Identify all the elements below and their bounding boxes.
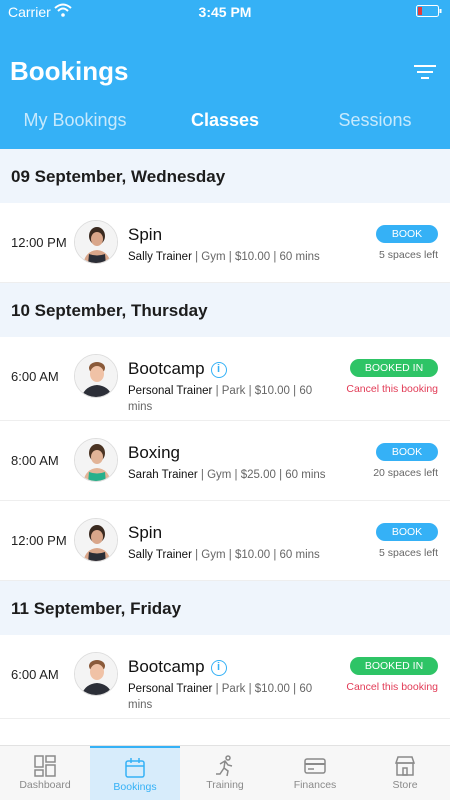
nav-label: Dashboard [19, 779, 71, 791]
class-name: Spin [128, 523, 163, 542]
trainer-name: Sarah Trainer [128, 469, 198, 481]
tab-my-bookings[interactable]: My Bookings [0, 104, 150, 140]
trainer-name: Sally Trainer [128, 251, 192, 263]
tab-classes[interactable]: Classes [150, 104, 300, 140]
class-meta: | Gym | $10.00 | 60 mins [191, 549, 320, 561]
class-row[interactable]: 6:00 AM Bootcamp i Personal Trainer | Par… [0, 337, 450, 421]
class-row[interactable]: 8:00 AM Boxing Sarah Trainer | Gym | $25… [0, 421, 450, 501]
dashboard-icon [34, 755, 56, 777]
nav-store[interactable]: Store [360, 746, 450, 800]
trainer-name: Personal Trainer [128, 683, 213, 695]
store-icon [394, 756, 416, 776]
trainer-avatar-female [74, 220, 118, 264]
book-button[interactable]: BOOK [376, 523, 438, 541]
class-row[interactable]: 12:00 PM Spin Sally Trainer | Gym | $10.… [0, 203, 450, 283]
class-row[interactable]: 6:00 AM Bootcamp i Personal Trainer | Par… [0, 635, 450, 719]
app-header: Carrier 3:45 PM Bookings My Bookings Cla… [0, 0, 450, 149]
page-title: Bookings [10, 56, 129, 86]
nav-label: Finances [293, 779, 337, 791]
status-time: 3:45 PM [198, 4, 252, 20]
trainer-name: Sally Trainer [128, 549, 192, 561]
running-icon [216, 755, 233, 777]
spaces-left: 5 spaces left [379, 547, 438, 559]
date-header: 11 September, Friday [0, 581, 450, 635]
trainer-avatar-male [74, 354, 118, 398]
battery-icon [416, 5, 442, 17]
bottom-nav: Dashboard Bookings Training Finances Sto… [0, 745, 450, 800]
nav-label: Training [206, 779, 244, 791]
booked-in-button[interactable]: BOOKED IN [350, 359, 438, 377]
card-icon [304, 758, 326, 774]
book-button[interactable]: BOOK [376, 443, 438, 461]
nav-label: Bookings [113, 781, 157, 793]
spaces-left: 20 spaces left [373, 467, 438, 479]
class-name: Spin [128, 225, 163, 244]
class-name-text: Bootcamp [128, 657, 205, 676]
class-row[interactable]: 12:00 PM Spin Sally Trainer | Gym | $10.… [0, 501, 450, 581]
date-header: 10 September, Thursday [0, 283, 450, 337]
filter-icon[interactable] [414, 64, 436, 80]
class-details: Personal Trainer | Park | $10.00 | 60 mi… [128, 681, 328, 713]
book-button[interactable]: BOOK [376, 225, 438, 243]
class-name: Bootcamp i [128, 657, 227, 677]
booked-in-button[interactable]: BOOKED IN [350, 657, 438, 675]
class-time: 8:00 AM [11, 453, 59, 468]
class-meta: | Gym | $10.00 | 60 mins [191, 251, 320, 263]
cancel-booking-link[interactable]: Cancel this booking [346, 383, 438, 395]
trainer-name: Personal Trainer [128, 385, 213, 397]
class-time: 12:00 PM [11, 235, 67, 250]
class-details: Personal Trainer | Park | $10.00 | 60 mi… [128, 383, 328, 415]
spaces-left: 5 spaces left [379, 249, 438, 261]
class-time: 12:00 PM [11, 533, 67, 548]
nav-label: Store [392, 779, 418, 791]
tab-sessions[interactable]: Sessions [300, 104, 450, 140]
status-bar: Carrier 3:45 PM [0, 0, 450, 24]
calendar-icon [125, 758, 145, 778]
info-icon[interactable]: i [210, 362, 227, 378]
class-details: Sally Trainer | Gym | $10.00 | 60 mins [128, 249, 328, 265]
class-name-text: Bootcamp [128, 359, 205, 378]
class-meta: | Gym | $25.00 | 60 mins [197, 469, 326, 481]
class-name: Boxing [128, 443, 180, 462]
trainer-avatar-female [74, 518, 118, 562]
info-icon[interactable]: i [210, 660, 227, 676]
class-details: Sarah Trainer | Gym | $25.00 | 60 mins [128, 467, 328, 483]
class-details: Sally Trainer | Gym | $10.00 | 60 mins [128, 547, 328, 563]
nav-finances[interactable]: Finances [270, 746, 360, 800]
nav-dashboard[interactable]: Dashboard [0, 746, 90, 800]
nav-training[interactable]: Training [180, 746, 270, 800]
trainer-avatar-female [74, 438, 118, 482]
trainer-avatar-male [74, 652, 118, 696]
class-name: Bootcamp i [128, 359, 227, 379]
date-header: 09 September, Wednesday [0, 149, 450, 203]
class-time: 6:00 AM [11, 369, 59, 384]
class-time: 6:00 AM [11, 667, 59, 682]
tab-bar: My Bookings Classes Sessions [0, 104, 450, 140]
class-list[interactable]: 09 September, Wednesday 12:00 PM Spin Sa… [0, 149, 450, 745]
cancel-booking-link[interactable]: Cancel this booking [346, 681, 438, 693]
nav-bookings[interactable]: Bookings [90, 746, 180, 800]
